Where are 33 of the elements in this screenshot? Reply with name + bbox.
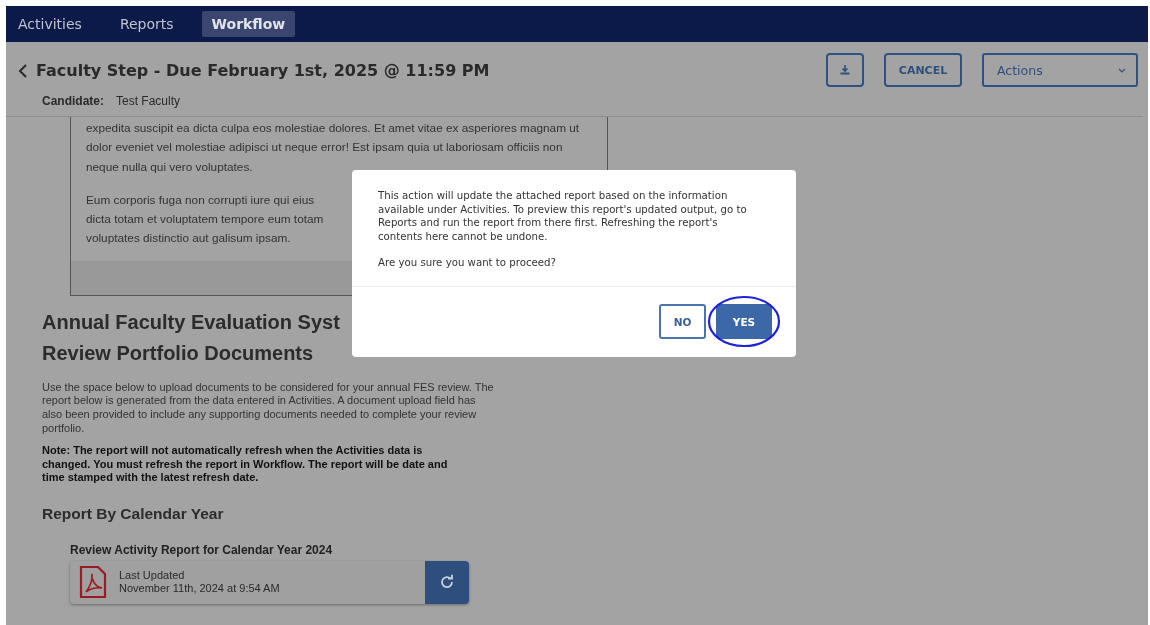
confirm-button[interactable]: YES xyxy=(716,304,772,339)
download-button[interactable] xyxy=(826,53,864,87)
nav-tab[interactable]: Activities xyxy=(8,11,92,37)
decline-button[interactable]: NO xyxy=(659,304,706,339)
document-text-line: voluptates distinctio aut galisum ipsam. xyxy=(86,230,291,248)
report-title: Review Activity Report for Calendar Year 2024 xyxy=(70,542,334,557)
candidate-name: Test Faculty xyxy=(116,94,181,108)
section-heading: Annual Faculty Evaluation Syst xyxy=(42,309,340,335)
refresh-button[interactable] xyxy=(425,560,469,604)
refresh-icon xyxy=(439,574,455,591)
actions-dropdown[interactable]: Actions xyxy=(982,53,1138,87)
last-updated-date: November 11th, 2024 at 9:54 AM xyxy=(119,582,281,596)
last-updated-label: Last Updated xyxy=(119,568,186,583)
nav-tab[interactable]: Workflow xyxy=(201,11,296,37)
page-title: Faculty Step - Due February 1st, 2025 @ 11:59 PM xyxy=(36,61,490,80)
refresh-note: Note: The report will not automatically refresh when the Activities data is changed. You must refresh the report in Workflow. The report will be date and time stamped with the latest refresh date. xyxy=(42,444,449,485)
candidate-label: Candidate: xyxy=(42,94,104,108)
section-description: Use the space below to upload documents to be considered for your annual FES review. The report below is generated from the data entered in Activities. A document upload field has also been provided to include any supporting documents needed to complete your review portfolio. xyxy=(42,380,494,436)
document-text-line: expedita suscipit ea dicta culpa eos molestiae dolores. Et amet vitae ex asperiores magnam ut xyxy=(86,120,580,137)
back-icon[interactable] xyxy=(18,62,28,79)
download-icon xyxy=(840,65,850,75)
nav-tab[interactable]: Reports xyxy=(109,11,184,37)
document-text-line: dolor eveniet vel molestiae adipisci ut neque error! Est ipsam quia ut laboriosam officiis non xyxy=(86,139,563,157)
section-heading: Review Portfolio Documents xyxy=(42,340,314,366)
cancel-button[interactable]: CANCEL xyxy=(884,53,962,87)
subheading: Report By Calendar Year xyxy=(42,504,225,523)
dialog-question: Are you sure you want to proceed? xyxy=(378,256,557,270)
dialog-message: This action will update the attached report based on the information available under Activities. To preview this report's updated output, go to Reports and run the report from there first. Refreshing the report's contents here cannot be undone. xyxy=(378,189,748,244)
document-text-line: dicta totam et voluptatem tempore eum totam xyxy=(86,211,324,229)
document-text-line: neque nulla qui vero voluptates. xyxy=(86,158,253,176)
chevron-down-icon xyxy=(1118,67,1126,73)
pdf-file-icon xyxy=(79,565,107,600)
document-text-line: Eum corporis fuga non corrupti iure qui eius xyxy=(86,191,315,209)
